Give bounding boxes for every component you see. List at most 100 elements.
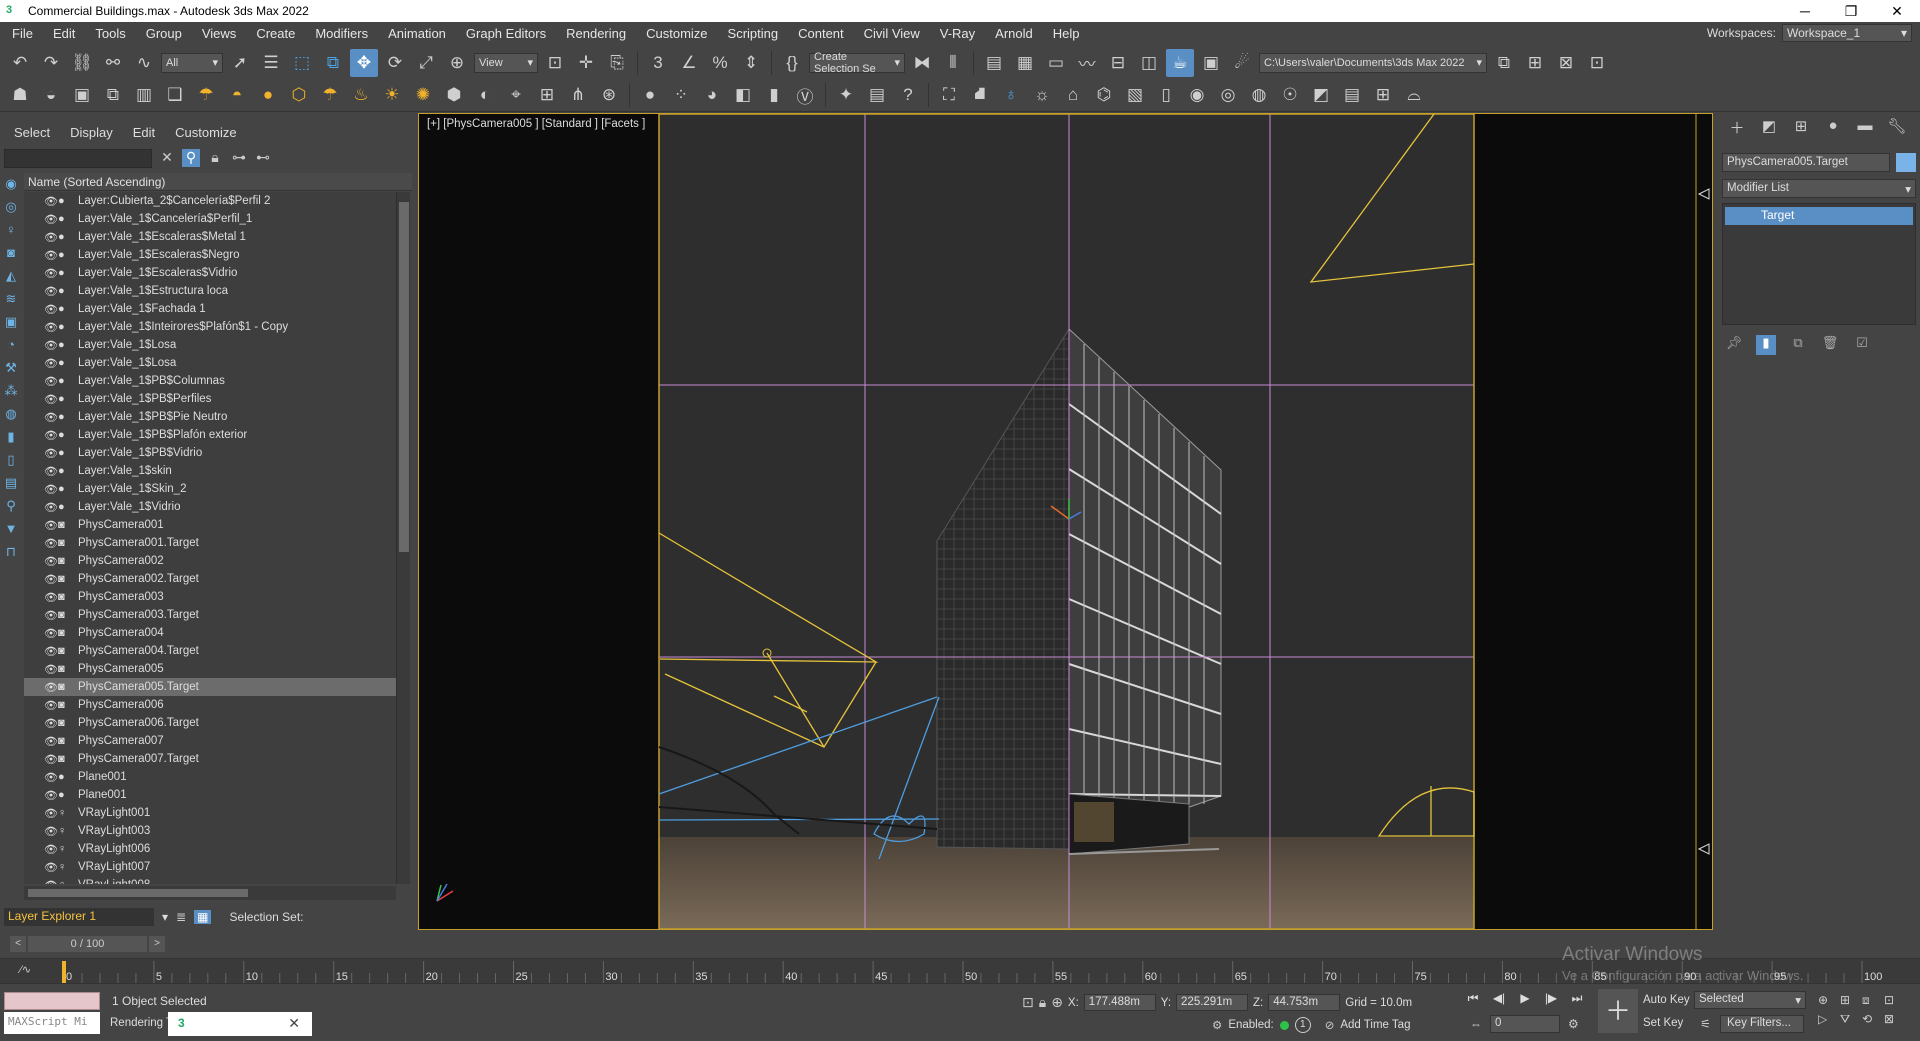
vray-logo-icon[interactable]: Ⓥ <box>791 81 819 109</box>
visibility-eye-icon[interactable]: 👁︎ <box>44 843 58 856</box>
arnold-aov-icon[interactable]: ▤ <box>1338 81 1366 109</box>
go-to-start-icon[interactable]: ⏮ <box>1465 991 1481 1009</box>
filter-icon[interactable]: ⚲ <box>182 149 200 167</box>
vray-light-icon[interactable]: ☂ <box>192 81 220 109</box>
vray-plane-icon[interactable]: ⌖ <box>502 81 530 109</box>
arnold-volume-object-icon[interactable]: ▯ <box>1152 81 1180 109</box>
arnold-sphere-icon[interactable]: ● <box>636 81 664 109</box>
scene-list-item[interactable]: 👁︎♀ VRayLight008 <box>24 876 396 884</box>
close-button[interactable]: ✕ <box>1874 0 1920 22</box>
pin-stack-icon[interactable]: 📌︎ <box>1724 335 1744 355</box>
scene-list-item[interactable]: 👁︎ ◙ PhysCamera006 <box>24 696 396 714</box>
schematic-view-icon[interactable]: ⊟ <box>1104 49 1132 77</box>
camera-sequencer-icon[interactable]: ⛘ <box>966 81 994 109</box>
restore-button[interactable]: ❐ <box>1828 0 1874 22</box>
visibility-eye-icon[interactable]: 👁︎ <box>44 447 58 460</box>
undo-icon[interactable]: ↶ <box>6 49 34 77</box>
visibility-eye-icon[interactable]: 👁︎ <box>44 537 58 550</box>
visibility-eye-icon[interactable]: 👁︎ <box>44 357 58 370</box>
reference-coordinate-dropdown[interactable]: View ▾ <box>474 52 538 73</box>
layer-hierarchy-icon[interactable]: ⊷ <box>254 149 272 167</box>
visibility-eye-icon[interactable]: 👁︎ <box>44 411 58 424</box>
visibility-eye-icon[interactable]: 👁︎ <box>44 879 58 885</box>
select-manipulate-icon[interactable]: ✛ <box>572 49 600 77</box>
menu-edit[interactable]: Edit <box>43 26 85 41</box>
project-path-dropdown[interactable]: C:\Users\valer\Documents\3ds Max 2022 ▾ <box>1259 52 1487 73</box>
absolute-mode-icon[interactable]: ⊕ <box>1051 994 1063 1011</box>
visibility-eye-icon[interactable]: 👁︎ <box>44 267 58 280</box>
keyboard-shortcut-override-icon[interactable]: ⎘ <box>603 49 631 77</box>
scene-list-item[interactable]: 👁︎ ♀ VRayLight003 <box>24 822 396 840</box>
time-slider-next-icon[interactable]: > <box>149 936 165 952</box>
make-unique-icon[interactable]: ⧉ <box>1788 335 1808 355</box>
rectangular-selection-icon[interactable]: ⬚ <box>288 49 316 77</box>
arnold-cryptomatte-icon[interactable]: ◩ <box>1307 81 1335 109</box>
visibility-eye-icon[interactable]: 👁︎ <box>44 735 58 748</box>
scene-list-item[interactable]: 👁︎ ● Layer:Vale_1$PB$Perfiles <box>24 390 396 408</box>
menu-tools[interactable]: Tools <box>85 26 135 41</box>
arnold-skydome-icon[interactable]: ☼ <box>1028 81 1056 109</box>
menu-scripting[interactable]: Scripting <box>718 26 789 41</box>
arnold-lights-icon[interactable]: ◧ <box>729 81 757 109</box>
visibility-eye-icon[interactable]: 👁︎ <box>44 645 58 658</box>
display-shapes-icon[interactable]: ◎ <box>3 199 19 217</box>
scene-list-item[interactable]: 👁︎ ● Layer:Vale_1$skin <box>24 462 396 480</box>
visibility-eye-icon[interactable]: 👁︎ <box>44 429 58 442</box>
hierarchy-icon[interactable]: ⊶ <box>230 149 248 167</box>
auto-key-button[interactable]: Auto Key <box>1643 994 1690 1006</box>
visibility-eye-icon[interactable]: 👁︎ <box>44 465 58 478</box>
material-editor-icon[interactable]: ◫ <box>1135 49 1163 77</box>
z-coordinate-field[interactable]: 44.753m <box>1268 994 1341 1011</box>
scene-list-horizontal-scrollbar[interactable] <box>24 886 396 900</box>
menu-views[interactable]: Views <box>192 26 246 41</box>
render-setup-icon[interactable]: ☕ <box>1166 48 1194 77</box>
time-slider-frame[interactable]: 0 / 100 <box>28 936 147 952</box>
scene-list-item[interactable]: 👁︎ ◙ PhysCamera002 <box>24 552 396 570</box>
vray-displacement-icon[interactable]: ⊞ <box>533 81 561 109</box>
select-and-place-icon[interactable]: ⊕ <box>443 49 471 77</box>
dolly-camera-icon[interactable]: ▷ <box>1818 1012 1838 1027</box>
window-crossing-icon[interactable]: ⧉ <box>319 49 347 77</box>
container-icon[interactable]: ⊓ <box>3 544 19 562</box>
visibility-eye-icon[interactable]: 👁︎ <box>44 483 58 496</box>
visibility-eye-icon[interactable]: 👁︎ <box>44 717 58 730</box>
menu-file[interactable]: File <box>0 26 43 41</box>
project-folder-icon[interactable]: ⧉ <box>1490 49 1518 77</box>
bind-spacewarp-icon[interactable]: ∿ <box>130 49 158 77</box>
select-and-scale-icon[interactable]: ⤢ <box>412 49 440 77</box>
camera-viewport[interactable]: [+] [PhysCamera005 ] [Standard ] [Facets… <box>418 113 1713 930</box>
modifier-list-dropdown[interactable]: Modifier List ▾ <box>1722 179 1916 198</box>
set-project-folder-icon[interactable]: ⊞ <box>1521 49 1549 77</box>
set-key-button[interactable]: Set Key <box>1643 1017 1683 1029</box>
current-frame-field[interactable]: 0 <box>1490 1015 1560 1033</box>
menu-help[interactable]: Help <box>1043 26 1090 41</box>
key-mode-toggle-icon[interactable]: ⚟ <box>1700 1017 1711 1031</box>
display-tab-icon[interactable]: ▬ <box>1854 117 1876 139</box>
scene-list-item[interactable]: 👁︎ ● Layer:Vale_1$PB$Columnas <box>24 372 396 390</box>
vray-proxy-mesh-icon[interactable]: ⬢ <box>440 81 468 109</box>
scene-list-item[interactable]: 👁︎ ◙ PhysCamera003 <box>24 588 396 606</box>
display-xrefs-icon[interactable]: ◔ <box>3 337 19 355</box>
unlink-icon[interactable]: ⚯ <box>99 49 127 77</box>
scene-list-item[interactable]: 👁︎ ♀ VRayLight006 <box>24 840 396 858</box>
workspace-dropdown[interactable]: Workspace_1 ▾ <box>1782 24 1912 42</box>
arnold-render-view-icon[interactable]: ▤ <box>863 81 891 109</box>
play-icon[interactable]: ▶ <box>1517 991 1533 1009</box>
visibility-eye-icon[interactable]: 👁︎ <box>44 663 58 676</box>
scene-list-item[interactable]: 👁︎ ♀ VRayLight001 <box>24 804 396 822</box>
link-icon[interactable]: ⛓ <box>68 49 96 77</box>
menu-graph-editors[interactable]: Graph Editors <box>456 26 556 41</box>
arnold-utilities-icon[interactable]: ⌓ <box>1400 81 1428 109</box>
arnold-ipr-icon[interactable]: ◎ <box>1214 81 1242 109</box>
add-time-tag-label[interactable]: Add Time Tag <box>1340 1019 1410 1031</box>
scene-list-item[interactable]: 👁︎ ◙ PhysCamera002.Target <box>24 570 396 588</box>
scene-list-item[interactable]: 👁︎ ● Layer:Vale_1$PB$Pie Neutro <box>24 408 396 426</box>
display-cameras-icon[interactable]: ◙ <box>3 245 19 263</box>
previous-frame-icon[interactable]: ◀| <box>1491 991 1507 1009</box>
degradation-icon[interactable]: ⚙ <box>1212 1018 1222 1032</box>
display-all-icon[interactable]: ▮ <box>3 429 19 447</box>
render-task-popup[interactable]: 3 ✕ <box>168 1012 312 1036</box>
visibility-eye-icon[interactable]: 👁︎ <box>44 375 58 388</box>
visibility-eye-icon[interactable]: 👁︎ <box>44 249 58 262</box>
object-name-field[interactable]: PhysCamera005.Target <box>1722 153 1890 172</box>
